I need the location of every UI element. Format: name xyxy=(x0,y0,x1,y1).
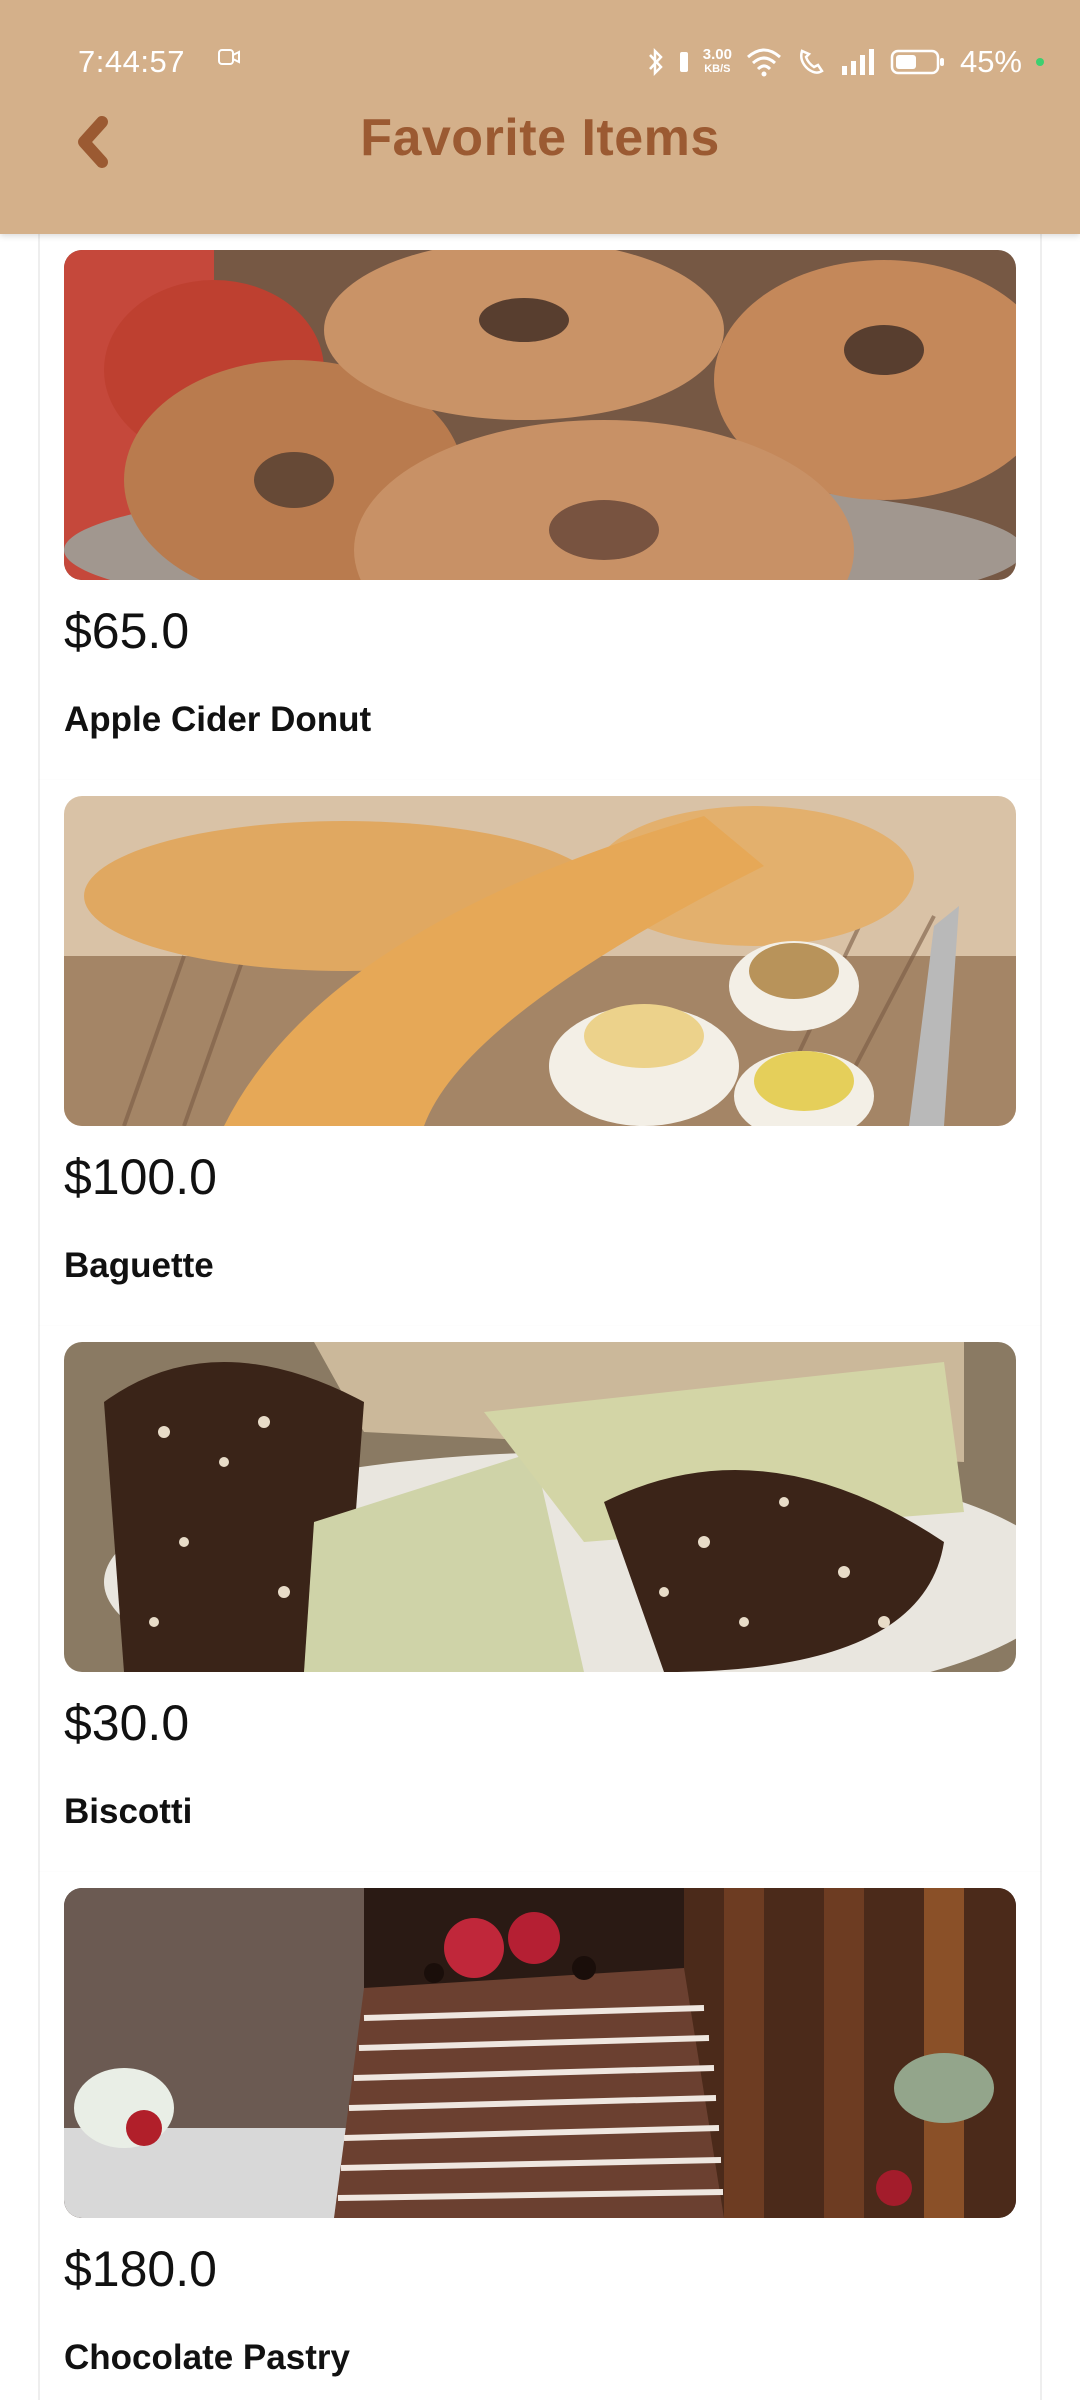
item-price: $180.0 xyxy=(64,2241,217,2297)
item-image xyxy=(64,1888,1016,2218)
status-bar: 7:44:57 3.00 KB/S 45% xyxy=(0,30,1080,94)
wifi-icon xyxy=(746,48,781,77)
item-image xyxy=(64,1342,1016,1672)
item-price: $30.0 xyxy=(64,1695,190,1751)
app-bar: 7:44:57 3.00 KB/S 45% Favorite Items xyxy=(0,0,1080,234)
item-price: $65.0 xyxy=(64,603,190,659)
item-name: Apple Cider Donut xyxy=(64,700,372,739)
favorite-item-card[interactable]: $65.0 Apple Cider Donut xyxy=(38,234,1042,780)
favorite-item-card[interactable]: $180.0 Chocolate Pastry xyxy=(38,1872,1042,2400)
item-name: Chocolate Pastry xyxy=(64,2338,350,2377)
item-name: Baguette xyxy=(64,1246,214,1285)
favorites-list[interactable]: $65.0 Apple Cider Donut $100.0 Baguette … xyxy=(38,234,1042,2400)
item-image xyxy=(64,250,1016,580)
favorite-item-card[interactable]: $30.0 Biscotti xyxy=(38,1326,1042,1872)
status-time: 7:44:57 xyxy=(78,44,185,79)
wifi-call-icon xyxy=(799,49,824,74)
status-icons: 3.00 KB/S 45% xyxy=(647,42,1044,82)
bluetooth-icon xyxy=(648,47,663,77)
network-speed: 3.00 KB/S xyxy=(703,47,732,77)
screen-record-icon xyxy=(218,49,240,65)
network-speed-value: 3.00 xyxy=(702,46,732,63)
item-image xyxy=(64,796,1016,1126)
network-speed-unit: KB/S xyxy=(704,63,731,75)
battery-percent: 45% xyxy=(959,44,1022,79)
item-price: $100.0 xyxy=(64,1149,217,1205)
favorite-item-card[interactable]: $100.0 Baguette xyxy=(38,780,1042,1326)
page-title: Favorite Items xyxy=(360,109,720,167)
item-name: Biscotti xyxy=(64,1792,193,1831)
battery-icon xyxy=(890,49,944,75)
status-indicator-dot xyxy=(1036,58,1044,66)
signal-icon xyxy=(841,49,874,75)
vibrate-icon xyxy=(679,52,688,72)
